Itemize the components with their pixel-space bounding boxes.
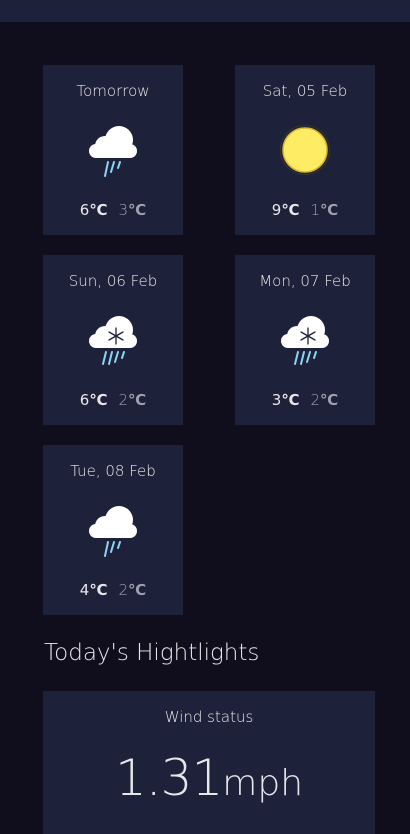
forecast-temps: 6℃ 2℃ [43,391,183,409]
sun-icon [275,120,335,182]
temp-max: 3℃ [271,391,300,409]
forecast-temps: 4℃ 2℃ [43,581,183,599]
temp-max: 6℃ [79,391,108,409]
temp-min: 2℃ [118,391,147,409]
forecast-day-label: Tomorrow [76,82,150,100]
highlights-title: Today's Hightlights [44,640,260,666]
temp-min: 3℃ [118,201,147,219]
forecast-card-tue: Tue, 08 Feb 4℃ 2℃ [43,445,183,615]
wind-speed-number: 1.31 [114,749,223,807]
temp-min: 2℃ [310,391,339,409]
temp-min: 1℃ [310,201,339,219]
forecast-day-label: Sat, 05 Feb [262,82,348,100]
wind-status-value: 1.31mph [43,749,375,807]
light-rain-icon [83,500,143,562]
forecast-temps: 6℃ 3℃ [43,201,183,219]
temp-max: 6℃ [79,201,108,219]
temp-max: 4℃ [79,581,108,599]
forecast-card-tomorrow: Tomorrow 6℃ 3℃ [43,65,183,235]
wind-status-card: Wind status 1.31mph [43,691,375,834]
forecast-temps: 3℃ 2℃ [235,391,375,409]
light-rain-icon [83,120,143,182]
sleet-icon [275,310,335,372]
forecast-card-mon: Mon, 07 Feb 3℃ 2℃ [235,255,375,425]
forecast-day-label: Mon, 07 Feb [259,272,351,290]
top-bar [0,0,410,22]
forecast-day-label: Tue, 08 Feb [70,462,156,480]
wind-speed-unit: mph [222,763,304,804]
sleet-icon [83,310,143,372]
wind-status-label: Wind status [164,708,254,726]
temp-min: 2℃ [118,581,147,599]
forecast-card-sat: Sat, 05 Feb 9℃ 1℃ [235,65,375,235]
forecast-temps: 9℃ 1℃ [235,201,375,219]
forecast-day-label: Sun, 06 Feb [68,272,158,290]
forecast-card-sun: Sun, 06 Feb 6℃ 2℃ [43,255,183,425]
temp-max: 9℃ [271,201,300,219]
